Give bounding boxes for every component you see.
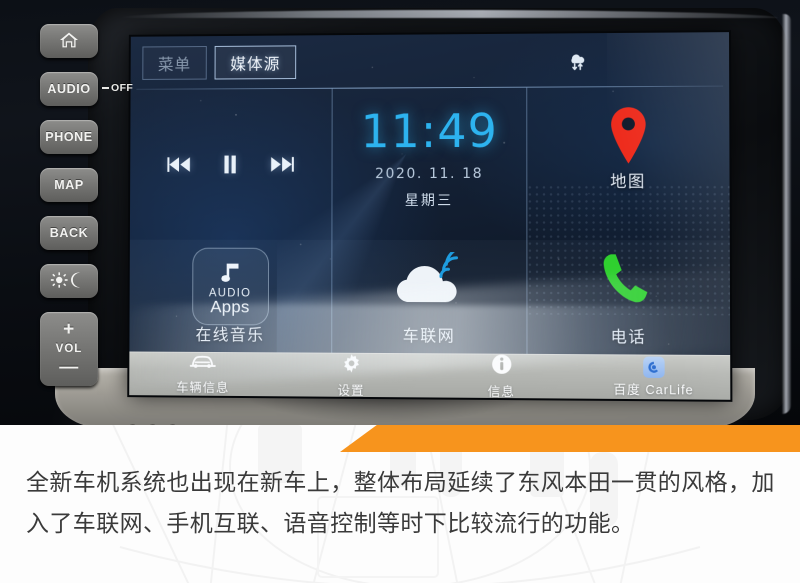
volume-rocker[interactable]: + VOL — <box>40 312 98 386</box>
sun-moon-icon <box>49 271 89 291</box>
top-tile-row: 11:49 2020. 11. 18 星期三 地图 <box>130 87 730 241</box>
clock-time: 11:49 <box>360 103 498 159</box>
tile-phone-label: 电话 <box>610 329 647 347</box>
clock-weekday: 星期三 <box>404 191 454 209</box>
audio-off-label: OFF <box>102 82 133 94</box>
tab-strip: 菜单 媒体源 <box>142 45 297 80</box>
hardkey-back[interactable]: BACK <box>40 216 98 250</box>
car-icon <box>188 353 218 375</box>
cloud-wifi-icon <box>332 251 526 311</box>
caption-text: 全新车机系统也出现在新车上，整体布局延续了东风本田一贯的风格，加入了车联网、手机… <box>26 470 775 537</box>
hardkey-phone-label: PHONE <box>45 130 93 144</box>
dashboard-vent-dots <box>128 424 177 425</box>
gear-icon <box>341 352 362 378</box>
screenshot-root: AUDIO OFF PHONE MAP BACK + VOL — 菜单 媒体源 … <box>0 0 800 583</box>
volume-up-label: + <box>63 319 75 340</box>
bezel-chrome-trim <box>118 10 778 18</box>
tile-online-music-label: 在线音乐 <box>195 327 265 345</box>
hardkey-map[interactable]: MAP <box>40 168 98 202</box>
hardkey-phone[interactable]: PHONE <box>40 120 98 154</box>
tile-map[interactable]: 地图 <box>527 87 730 241</box>
home-icon <box>59 31 79 52</box>
clock-date: 2020. 11. 18 <box>375 165 484 183</box>
tab-media-source[interactable]: 媒体源 <box>214 45 297 80</box>
tile-map-label: 地图 <box>610 173 646 191</box>
phone-handset-icon <box>527 248 730 311</box>
transport-controls <box>130 154 331 179</box>
audio-apps-bottom-text: Apps <box>210 297 250 317</box>
bottom-dock: 车辆信息 设置 信息 百度 CarLife <box>129 351 731 400</box>
hardkey-audio-label: AUDIO <box>47 82 91 96</box>
carlife-icon <box>642 356 665 378</box>
tab-menu[interactable]: 菜单 <box>142 46 207 80</box>
dock-carlife[interactable]: 百度 CarLife <box>577 356 730 399</box>
tile-online-music[interactable]: AUDIO Apps 在线音乐 <box>129 240 331 353</box>
audio-apps-icon: AUDIO Apps <box>191 247 269 326</box>
clock-cell[interactable]: 11:49 2020. 11. 18 星期三 <box>331 87 528 241</box>
dock-information[interactable]: 信息 <box>426 353 577 400</box>
map-pin-icon <box>527 105 729 166</box>
hardkey-audio[interactable]: AUDIO OFF <box>40 72 133 106</box>
hardkey-back-label: BACK <box>49 226 89 240</box>
tab-menu-label: 菜单 <box>157 56 192 74</box>
dock-settings-label: 设置 <box>337 383 365 398</box>
tile-phone[interactable]: 电话 <box>527 240 730 355</box>
dock-settings[interactable]: 设置 <box>277 352 426 399</box>
orange-accent-bar <box>340 425 800 452</box>
hardkey-map-label: MAP <box>54 178 84 192</box>
mid-tile-row: AUDIO Apps 在线音乐 车联网 电话 <box>129 239 731 362</box>
music-note-glyph <box>217 259 243 290</box>
media-controls-cell <box>130 89 332 240</box>
previous-track-button[interactable] <box>166 156 192 179</box>
volume-down-label: — <box>59 357 79 378</box>
hardkey-column: AUDIO OFF PHONE MAP BACK + VOL — <box>40 24 133 400</box>
dock-carlife-label: 百度 CarLife <box>613 382 694 398</box>
tile-connected-car[interactable]: 车联网 <box>331 239 528 354</box>
next-track-button[interactable] <box>269 155 295 178</box>
caption-panel: 全新车机系统也出现在新车上，整体布局延续了东风本田一贯的风格，加入了车联网、手机… <box>0 425 800 583</box>
dashboard-photo: AUDIO OFF PHONE MAP BACK + VOL — 菜单 媒体源 … <box>0 0 800 425</box>
info-circle-icon <box>491 353 512 379</box>
dock-information-label: 信息 <box>487 384 515 399</box>
infotainment-screen[interactable]: 菜单 媒体源 11:49 2020. 11. 18 星期三 地图 AUDIO A… <box>129 32 731 400</box>
tab-media-source-label: 媒体源 <box>230 56 281 74</box>
status-bar: 菜单 媒体源 <box>131 32 730 90</box>
hardkey-home[interactable] <box>40 24 98 58</box>
dock-vehicle-info[interactable]: 车辆信息 <box>129 353 277 396</box>
hardkey-brightness[interactable] <box>40 264 98 298</box>
tile-connected-car-label: 车联网 <box>402 328 456 346</box>
dock-vehicle-info-label: 车辆信息 <box>176 380 230 395</box>
volume-label: VOL <box>55 343 83 355</box>
pause-button[interactable] <box>222 155 240 180</box>
cloud-sync-icon <box>565 49 589 71</box>
